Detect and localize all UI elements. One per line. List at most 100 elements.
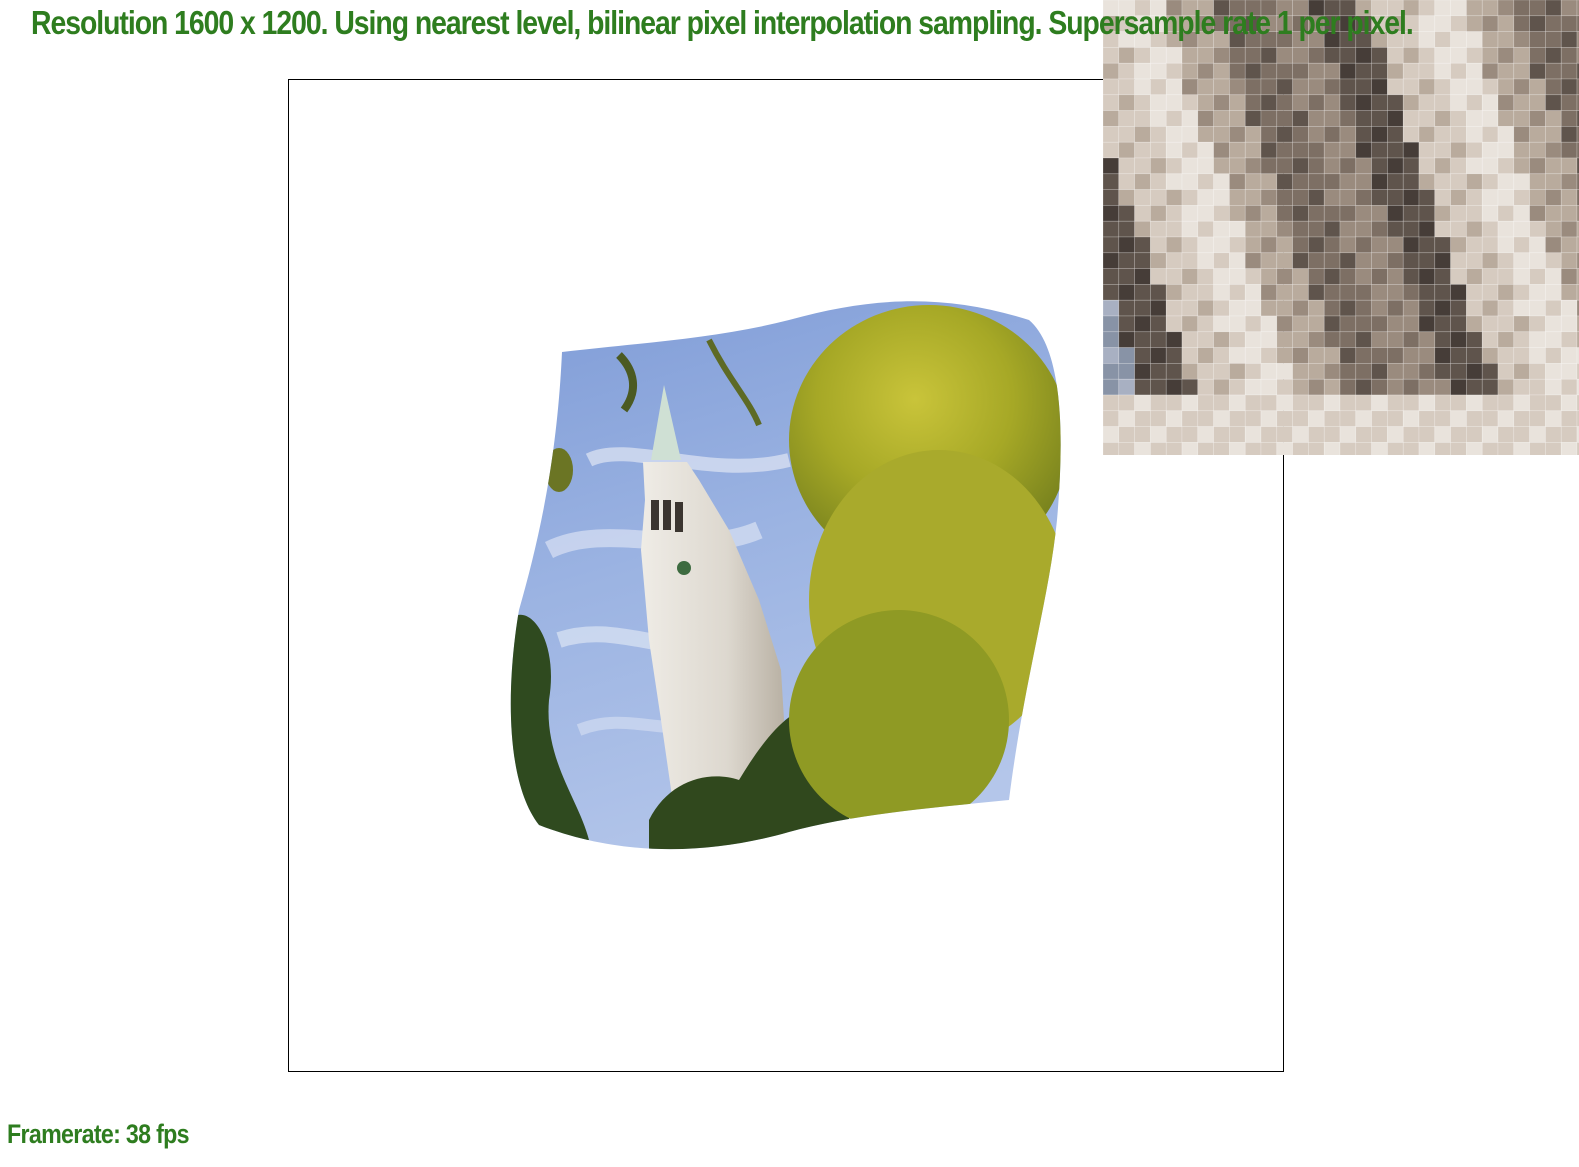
- zoom-pixel-cell: [1103, 126, 1120, 143]
- zoom-pixel-cell: [1418, 15, 1436, 32]
- zoom-pixel-cell: [1165, 331, 1183, 348]
- zoom-pixel-cell: [1481, 173, 1499, 190]
- zoom-pixel-cell: [1339, 268, 1357, 285]
- zoom-pixel-cell: [1513, 220, 1530, 238]
- zoom-pixel-cell: [1387, 47, 1404, 64]
- zoom-pixel-cell: [1497, 110, 1515, 127]
- zoom-pixel-cell: [1560, 347, 1578, 364]
- zoom-pixel-cell: [1434, 331, 1451, 348]
- zoom-pixel-cell: [1150, 315, 1167, 333]
- zoom-pixel-cell: [1276, 78, 1293, 96]
- zoom-pixel-cell: [1481, 141, 1499, 159]
- zoom-pixel-cell: [1134, 426, 1151, 443]
- zoom-pixel-cell: [1181, 110, 1199, 127]
- zoom-pixel-cell: [1402, 331, 1420, 348]
- zoom-pixel-cell: [1197, 252, 1214, 269]
- zoom-pixel-cell: [1497, 331, 1515, 348]
- zoom-pixel-cell: [1371, 363, 1388, 380]
- zoom-pixel-cell: [1134, 363, 1151, 380]
- zoom-pixel-cell: [1229, 47, 1246, 64]
- zoom-pixel-cell: [1481, 205, 1499, 222]
- zoom-pixel-cell: [1466, 62, 1483, 80]
- zoom-pixel-cell: [1276, 126, 1293, 143]
- zoom-pixel-cell: [1181, 410, 1199, 427]
- zoom-pixel-cell: [1402, 94, 1420, 111]
- zoom-pixel-cell: [1560, 252, 1578, 269]
- zoom-pixel-cell: [1260, 442, 1278, 455]
- zoom-pixel-cell: [1371, 94, 1388, 111]
- zoom-pixel-cell: [1545, 173, 1562, 190]
- zoom-pixel-cell: [1450, 315, 1467, 333]
- zoom-pixel-cell: [1434, 363, 1451, 380]
- zoom-pixel-cell: [1513, 78, 1530, 96]
- zoom-pixel-cell: [1371, 268, 1388, 285]
- zoom-pixel-cell: [1545, 426, 1562, 443]
- zoom-pixel-cell: [1497, 15, 1515, 32]
- zoom-pixel-cell: [1513, 426, 1530, 443]
- zoom-pixel-cell: [1103, 62, 1120, 80]
- zoom-pixel-cell: [1308, 315, 1325, 333]
- zoom-pixel-cell: [1466, 426, 1483, 443]
- zoom-pixel-cell: [1118, 189, 1135, 206]
- zoom-pixel-cell: [1529, 331, 1546, 348]
- zoom-pixel-cell: [1276, 236, 1293, 254]
- zoom-pixel-cell: [1545, 268, 1562, 285]
- zoom-pixel-cell: [1276, 299, 1293, 317]
- zoom-pixel-cell: [1260, 236, 1278, 254]
- zoom-pixel-cell: [1244, 252, 1262, 269]
- zoom-pixel-cell: [1118, 157, 1135, 175]
- zoom-pixel-cell: [1387, 62, 1404, 80]
- zoom-pixel-cell: [1260, 94, 1278, 111]
- zoom-pixel-cell: [1387, 94, 1404, 111]
- zoom-pixel-cell: [1308, 94, 1325, 111]
- zoom-pixel-cell: [1371, 315, 1388, 333]
- zoom-pixel-cell: [1197, 378, 1214, 396]
- zoom-pixel-cell: [1497, 378, 1515, 396]
- zoom-pixel-cell: [1418, 331, 1436, 348]
- zoom-pixel-cell: [1434, 236, 1451, 254]
- zoom-pixel-cell: [1181, 299, 1199, 317]
- zoom-pixel-cell: [1339, 378, 1357, 396]
- zoom-pixel-cell: [1497, 220, 1515, 238]
- zoom-pixel-cell: [1402, 284, 1420, 301]
- zoom-pixel-cell: [1134, 78, 1151, 96]
- zoom-pixel-cell: [1103, 331, 1120, 348]
- zoom-pixel-cell: [1260, 47, 1278, 64]
- zoom-pixel-cell: [1308, 331, 1325, 348]
- zoom-pixel-cell: [1260, 126, 1278, 143]
- zoom-pixel-cell: [1213, 252, 1230, 269]
- zoom-pixel-cell: [1529, 141, 1546, 159]
- zoom-pixel-cell: [1402, 78, 1420, 96]
- zoom-pixel-cell: [1450, 220, 1467, 238]
- zoom-pixel-cell: [1229, 205, 1246, 222]
- zoom-pixel-cell: [1292, 126, 1309, 143]
- zoom-pixel-cell: [1418, 0, 1436, 17]
- zoom-pixel-cell: [1560, 426, 1578, 443]
- zoom-pixel-cell: [1292, 331, 1309, 348]
- zoom-pixel-cell: [1529, 426, 1546, 443]
- zoom-pixel-cell: [1418, 157, 1436, 175]
- zoom-pixel-cell: [1355, 331, 1372, 348]
- zoom-pixel-cell: [1229, 141, 1246, 159]
- zoom-pixel-cell: [1450, 268, 1467, 285]
- zoom-pixel-cell: [1229, 110, 1246, 127]
- zoom-pixel-cell: [1134, 141, 1151, 159]
- zoom-pixel-cell: [1418, 299, 1436, 317]
- zoom-pixel-cell: [1339, 284, 1357, 301]
- zoom-pixel-cell: [1402, 442, 1420, 455]
- zoom-pixel-cell: [1165, 236, 1183, 254]
- zoom-pixel-cell: [1292, 284, 1309, 301]
- zoom-pixel-cell: [1466, 378, 1483, 396]
- zoom-pixel-cell: [1150, 141, 1167, 159]
- zoom-pixel-cell: [1355, 205, 1372, 222]
- zoom-pixel-cell: [1481, 442, 1499, 455]
- zoom-pixel-cell: [1371, 410, 1388, 427]
- zoom-pixel-cell: [1355, 363, 1372, 380]
- zoom-pixel-cell: [1434, 299, 1451, 317]
- zoom-pixel-cell: [1276, 220, 1293, 238]
- zoom-pixel-cell: [1418, 442, 1436, 455]
- zoom-pixel-cell: [1434, 268, 1451, 285]
- zoom-pixel-cell: [1323, 205, 1341, 222]
- zoom-pixel-cell: [1118, 363, 1135, 380]
- zoom-pixel-cell: [1339, 110, 1357, 127]
